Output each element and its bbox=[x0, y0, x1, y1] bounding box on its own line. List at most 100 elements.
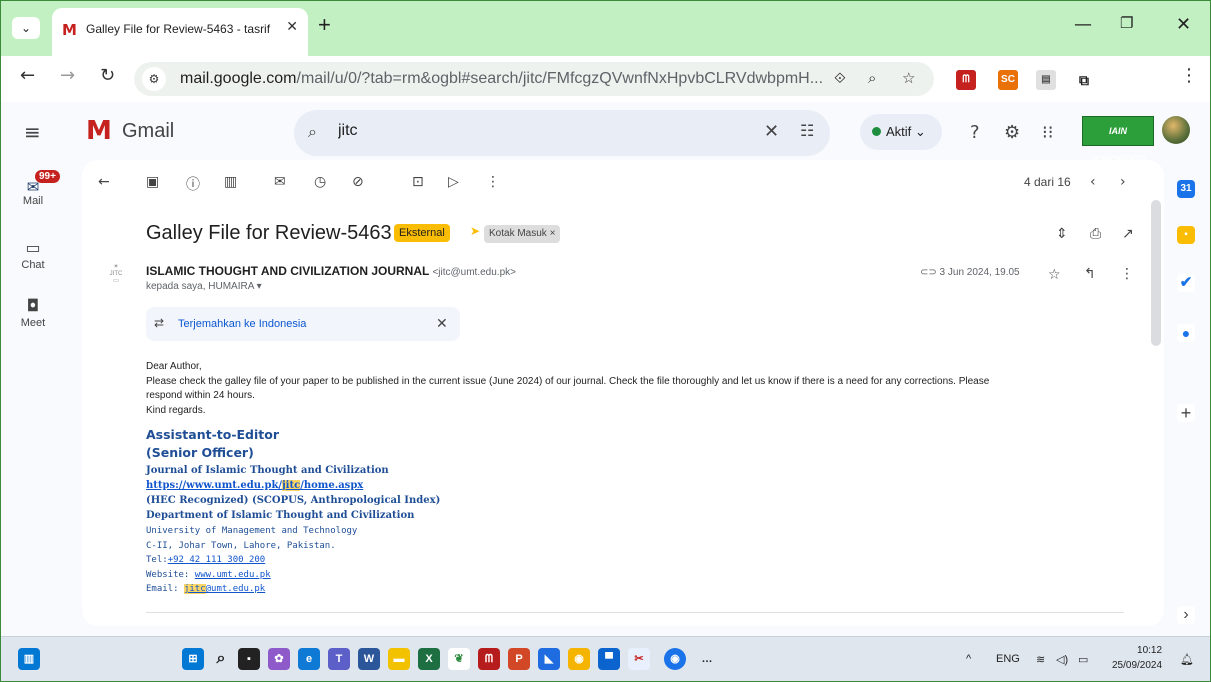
search-options-icon[interactable]: ☷ bbox=[800, 121, 814, 141]
forward-icon[interactable]: → bbox=[60, 65, 75, 86]
reply-icon[interactable]: ↰ bbox=[1084, 266, 1096, 282]
more-apps-icon[interactable]: … bbox=[696, 648, 718, 670]
bell-icon[interactable]: 🔔︎ bbox=[1180, 653, 1194, 666]
gmail-wordmark[interactable]: Gmail bbox=[122, 120, 174, 143]
open-new-window-icon[interactable]: ↗ bbox=[1122, 226, 1134, 242]
app-blue-icon[interactable]: ◣ bbox=[538, 648, 560, 670]
recipients[interactable]: kepada saya, HUMAIRA ▾ bbox=[146, 281, 262, 292]
widgets-icon[interactable]: ▥ bbox=[18, 648, 40, 670]
gear-icon[interactable]: ⚙ bbox=[1004, 122, 1020, 143]
move-to-icon[interactable]: ⊡ bbox=[412, 174, 424, 190]
tab-search-chevron-icon[interactable]: ⌄ bbox=[12, 17, 40, 39]
older-icon[interactable]: › bbox=[1120, 174, 1126, 190]
edge-icon[interactable]: e bbox=[298, 648, 320, 670]
language-indicator[interactable]: ENG bbox=[996, 653, 1020, 665]
apps-icon[interactable]: ⁝⁝ bbox=[1042, 122, 1053, 143]
word-icon[interactable]: W bbox=[358, 648, 380, 670]
task-view-icon[interactable]: ▪ bbox=[238, 648, 260, 670]
sender-name[interactable]: ISLAMIC THOUGHT AND CIVILIZATION JOURNAL… bbox=[146, 264, 516, 278]
star-icon[interactable]: ☆ bbox=[1048, 267, 1061, 283]
extension-sc-icon[interactable]: SC bbox=[998, 70, 1018, 90]
calendar-icon[interactable]: 31 bbox=[1177, 180, 1195, 198]
collapse-all-icon[interactable]: ⇕ bbox=[1056, 226, 1068, 242]
mendeley-icon[interactable]: ᗰ bbox=[478, 648, 500, 670]
address-bar[interactable]: ⚙ mail.google.com/mail/u/0/?tab=rm&ogbl#… bbox=[134, 62, 934, 96]
excel-icon[interactable]: X bbox=[418, 648, 440, 670]
translate-link[interactable]: Terjemahkan ke Indonesia bbox=[178, 318, 306, 330]
more-message-icon[interactable]: ⋮ bbox=[1120, 266, 1134, 282]
spam-icon[interactable]: ⓘ bbox=[186, 174, 200, 194]
refresh-icon[interactable]: ↻ bbox=[100, 65, 115, 86]
print-icon[interactable]: ⎙ bbox=[1090, 226, 1101, 242]
contacts-icon[interactable]: ● bbox=[1177, 324, 1195, 342]
rail-chat[interactable]: ▭ Chat bbox=[0, 238, 66, 271]
journal-url-link[interactable]: https://www.umt.edu.pk/jitc/home.aspx bbox=[146, 478, 440, 493]
taskbar-search-icon[interactable]: ⌕ bbox=[210, 648, 232, 670]
tab-close-icon[interactable]: ✕ bbox=[286, 18, 298, 35]
message-scrollbar[interactable] bbox=[1151, 200, 1161, 346]
minimize-icon[interactable]: — bbox=[1074, 14, 1092, 35]
mark-unread-icon[interactable]: ✉ bbox=[274, 174, 286, 190]
archive-icon[interactable]: ▣ bbox=[146, 174, 159, 190]
browser-tab[interactable]: M Galley File for Review-5463 - tasrif@i… bbox=[52, 8, 308, 56]
battery-icon[interactable]: ▭ bbox=[1078, 653, 1088, 666]
tasks-icon[interactable]: ✔ bbox=[1177, 274, 1195, 292]
gmail-logo-icon[interactable]: M bbox=[86, 118, 112, 144]
extensions-puzzle-icon[interactable]: ⧉ bbox=[1074, 70, 1094, 90]
bookmark-star-icon[interactable]: ☆ bbox=[902, 69, 915, 87]
newer-icon[interactable]: ‹ bbox=[1090, 174, 1096, 190]
window-close-icon[interactable]: ✕ bbox=[1176, 14, 1191, 35]
status-dropdown[interactable]: Aktif ⌄ bbox=[860, 114, 942, 150]
label-icon[interactable]: ▷ bbox=[448, 174, 459, 190]
rail-mail[interactable]: ✉ 99+ Mail bbox=[0, 170, 66, 207]
url-text[interactable]: mail.google.com/mail/u/0/?tab=rm&ogbl#se… bbox=[180, 70, 823, 88]
tel-link[interactable]: +92 42 111 300 200 bbox=[168, 555, 266, 565]
zoom-icon[interactable]: ⌕ bbox=[868, 69, 876, 87]
status-dot bbox=[872, 127, 881, 136]
snooze-icon[interactable]: ◷ bbox=[314, 174, 326, 190]
chrome-active-icon[interactable]: ◉ bbox=[664, 648, 686, 670]
extension-page-icon[interactable]: ▤ bbox=[1036, 70, 1056, 90]
system-clock[interactable]: 10:12 25/09/2024 bbox=[1112, 643, 1162, 673]
teams-icon[interactable]: T bbox=[328, 648, 350, 670]
extension-mendeley-icon[interactable]: ᗰ bbox=[956, 70, 976, 90]
back-to-list-icon[interactable]: ← bbox=[98, 174, 110, 190]
search-input[interactable] bbox=[338, 122, 718, 140]
file-explorer-icon[interactable]: ▬ bbox=[388, 648, 410, 670]
expand-panel-icon[interactable]: › bbox=[1177, 606, 1195, 624]
inbox-label[interactable]: Kotak Masuk × bbox=[484, 225, 561, 243]
new-tab-button[interactable]: + bbox=[318, 14, 331, 36]
install-app-icon[interactable]: ⟐ bbox=[834, 69, 846, 87]
signature-email-link[interactable]: jitc@umt.edu.pk bbox=[183, 584, 265, 594]
organization-badge[interactable]: IAIN PONOROGO bbox=[1082, 116, 1154, 164]
keep-icon[interactable]: ▪ bbox=[1177, 226, 1195, 244]
more-actions-icon[interactable]: ⋮ bbox=[486, 174, 500, 190]
windows-start-icon[interactable]: ⊞ bbox=[182, 648, 204, 670]
main-menu-icon[interactable]: ≡ bbox=[24, 120, 41, 144]
volume-icon[interactable]: ◁) bbox=[1056, 653, 1068, 666]
app-store-icon[interactable]: ▀ bbox=[598, 648, 620, 670]
back-icon[interactable]: ← bbox=[20, 65, 35, 86]
importance-marker-icon[interactable]: ➤ bbox=[470, 224, 480, 238]
wifi-icon[interactable]: ≋ bbox=[1036, 653, 1045, 666]
clear-search-icon[interactable]: ✕ bbox=[764, 121, 779, 142]
powerpoint-icon[interactable]: P bbox=[508, 648, 530, 670]
add-addon-icon[interactable]: + bbox=[1177, 404, 1195, 422]
snipping-tool-icon[interactable]: ✂ bbox=[628, 648, 650, 670]
search-icon[interactable]: ⌕ bbox=[308, 122, 317, 142]
tray-overflow-icon[interactable]: ^ bbox=[966, 653, 971, 665]
copilot-icon[interactable]: ✿ bbox=[268, 648, 290, 670]
site-info-icon[interactable]: ⚙ bbox=[142, 67, 166, 91]
url-host: mail.google.com bbox=[180, 70, 297, 87]
add-task-icon[interactable]: ⊘ bbox=[352, 174, 364, 190]
rail-meet[interactable]: ◘ Meet bbox=[0, 296, 66, 329]
translate-close-icon[interactable]: ✕ bbox=[436, 315, 448, 332]
website-link[interactable]: www.umt.edu.pk bbox=[195, 570, 271, 580]
chrome-menu-icon[interactable]: ⋮ bbox=[1180, 65, 1198, 86]
trash-icon[interactable]: ▥ bbox=[224, 174, 237, 190]
account-avatar[interactable] bbox=[1162, 116, 1190, 144]
help-icon[interactable]: ? bbox=[970, 122, 980, 143]
chrome-icon[interactable]: ◉ bbox=[568, 648, 590, 670]
restore-icon[interactable]: ❐ bbox=[1120, 14, 1133, 32]
app-leaf-icon[interactable]: ❦ bbox=[448, 648, 470, 670]
